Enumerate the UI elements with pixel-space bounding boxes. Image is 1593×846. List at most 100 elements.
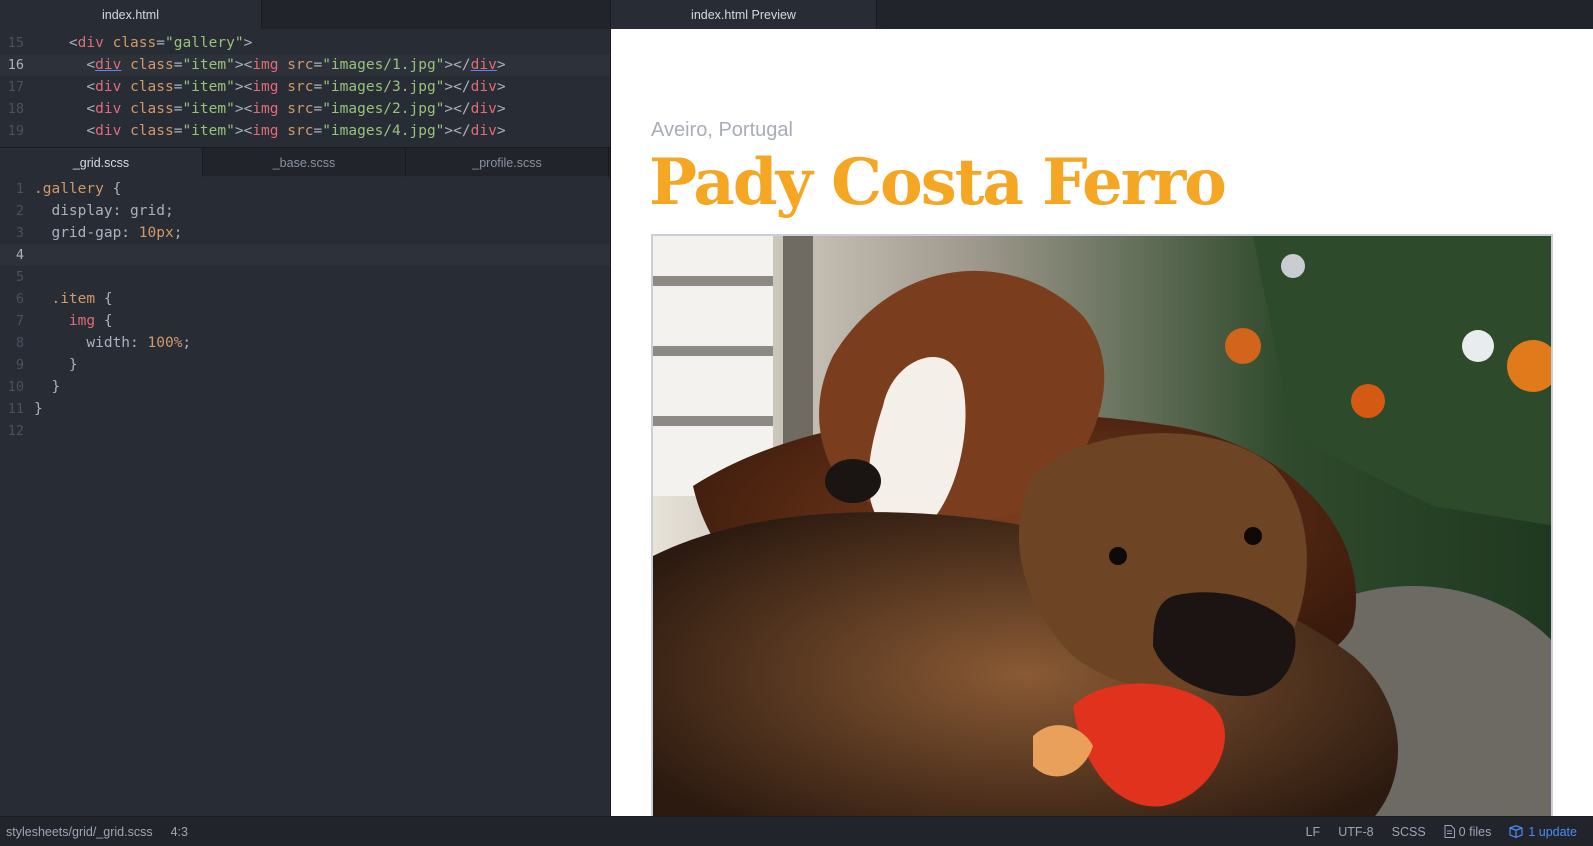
code-token: .item <box>51 291 96 307</box>
html-editor[interactable]: 15 <div class="gallery"> 16 <div class="i… <box>0 29 610 147</box>
code-line[interactable]: 3 grid-gap: 10px; <box>0 222 610 244</box>
code-token: "images/3.jpg" <box>322 79 445 95</box>
code-token: >< <box>234 123 253 139</box>
code-token: ></ <box>444 57 471 73</box>
code-token: { <box>103 181 122 197</box>
line-number: 4 <box>15 247 24 263</box>
code-token: "item" <box>182 101 235 117</box>
code-line[interactable]: 19 <div class="item"><img src="images/4.… <box>0 120 610 142</box>
code-token: 100% <box>147 335 183 351</box>
code-token: { <box>95 291 113 307</box>
code-token: ></ <box>444 123 471 139</box>
code-line[interactable]: 8 width: 100%; <box>0 332 610 354</box>
code-token: } <box>51 379 61 395</box>
editor-column: index.html 15 <div class="gallery"> 16 <d… <box>0 0 610 816</box>
status-bar: stylesheets/grid/_grid.scss 4:3 LF UTF-8… <box>0 816 1593 846</box>
code-token: > <box>496 57 506 73</box>
code-token: "gallery" <box>164 35 244 51</box>
code-text: <div class="item"><img src="images/2.jpg… <box>34 98 506 120</box>
tab-index-html[interactable]: index.html <box>0 0 262 29</box>
line-number: 7 <box>15 313 24 329</box>
code-token: src <box>287 101 314 117</box>
code-token: < <box>86 101 96 117</box>
tab-grid-scss[interactable]: _grid.scss <box>0 148 203 177</box>
code-token: < <box>86 57 96 73</box>
profile-name: Pady Costa Ferro <box>649 145 1227 220</box>
code-token: > <box>496 101 506 117</box>
code-token: < <box>68 35 78 51</box>
code-token: = <box>313 79 323 95</box>
code-token: >< <box>234 57 253 73</box>
code-line[interactable]: 4 <box>0 244 610 266</box>
code-token: src <box>287 79 314 95</box>
code-token: > <box>496 79 506 95</box>
code-token: img <box>252 101 279 117</box>
code-line[interactable]: 11} <box>0 398 610 420</box>
preview-page[interactable]: Aveiro, Portugal Pady Costa Ferro <box>611 29 1593 816</box>
code-text: img { <box>34 310 113 332</box>
code-token: < <box>86 123 96 139</box>
code-token: img <box>252 123 279 139</box>
code-line[interactable]: 18 <div class="item"><img src="images/2.… <box>0 98 610 120</box>
code-text: <div class="gallery"> <box>34 32 252 54</box>
code-text: <div class="item"><img src="images/4.jpg… <box>34 120 506 142</box>
scss-editor[interactable]: 1 .gallery {2 display: grid; 3 grid-gap: 1… <box>0 176 610 816</box>
preview-tab-bar: index.html Preview <box>611 0 1593 29</box>
code-token: width: <box>86 335 148 351</box>
line-number: 19 <box>7 123 24 139</box>
line-number: 5 <box>15 269 24 285</box>
code-token: > <box>243 35 253 51</box>
code-token: class <box>112 35 157 51</box>
tab-profile-scss[interactable]: _profile.scss <box>406 148 609 177</box>
code-line[interactable]: 6 .item { <box>0 288 610 310</box>
code-line[interactable]: 12 <box>0 420 610 442</box>
code-line[interactable]: 10 } <box>0 376 610 398</box>
code-line[interactable]: 9 } <box>0 354 610 376</box>
scss-tab-bar: _grid.scss _base.scss _profile.scss <box>0 147 610 177</box>
code-token: "item" <box>182 79 235 95</box>
tab-preview[interactable]: index.html Preview <box>611 0 877 29</box>
tab-base-scss[interactable]: _base.scss <box>203 148 406 177</box>
code-line[interactable]: 7 img { <box>0 310 610 332</box>
code-token: } <box>68 357 78 373</box>
line-ending[interactable]: LF <box>1306 825 1321 839</box>
code-line[interactable]: 16 <div class="item"><img src="images/1.… <box>0 54 610 76</box>
grammar[interactable]: SCSS <box>1392 825 1426 839</box>
code-line[interactable]: 17 <div class="item"><img src="images/3.… <box>0 76 610 98</box>
code-line[interactable]: 2 display: grid; <box>0 200 610 222</box>
code-token: { <box>95 313 113 329</box>
file-path[interactable]: stylesheets/grid/_grid.scss <box>6 825 153 839</box>
code-text: width: 100%; <box>34 332 191 354</box>
code-token: src <box>287 57 314 73</box>
code-line[interactable]: 5 <box>0 266 610 288</box>
line-number: 9 <box>15 357 24 373</box>
code-token: div <box>470 123 497 139</box>
code-token: >< <box>234 79 253 95</box>
code-line[interactable]: 1 .gallery { <box>0 178 610 200</box>
code-token: "images/4.jpg" <box>322 123 445 139</box>
code-token: div <box>470 57 497 73</box>
line-number: 2 <box>15 203 24 219</box>
encoding[interactable]: UTF-8 <box>1338 825 1373 839</box>
code-token: div <box>470 79 497 95</box>
line-number: 6 <box>15 291 24 307</box>
git-files[interactable]: 0 files <box>1444 825 1491 839</box>
line-number: 10 <box>7 379 24 395</box>
code-token: ></ <box>444 79 471 95</box>
code-token: ; <box>182 335 192 351</box>
cursor-position[interactable]: 4:3 <box>171 825 188 839</box>
code-token: > <box>496 123 506 139</box>
line-number: 17 <box>7 79 24 95</box>
code-text: display: grid; <box>34 200 173 222</box>
code-line[interactable]: 15 <div class="gallery"> <box>0 32 610 54</box>
code-token: < <box>86 79 96 95</box>
code-text: } <box>34 398 43 420</box>
update-button[interactable]: 1 update <box>1509 825 1577 839</box>
